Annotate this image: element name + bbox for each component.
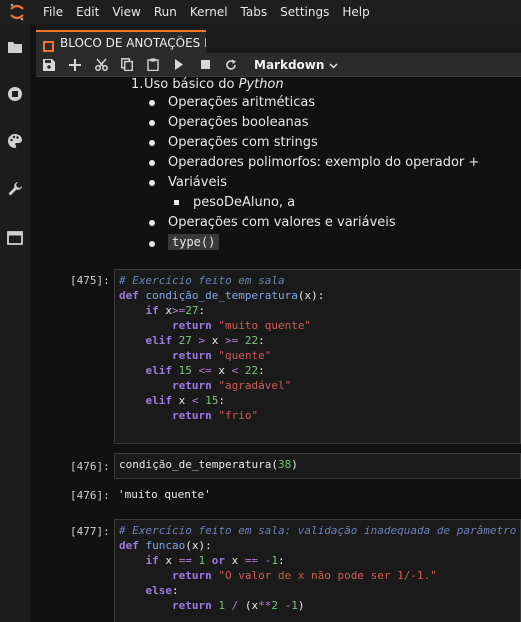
code-line: return "muito quente": [171, 319, 312, 332]
code-line: if x == 1 or x == -1:: [145, 554, 285, 567]
tab-label: BLOCO DE ANOTAÇÕES Mo: [60, 35, 206, 50]
code-line: return "frio": [171, 409, 259, 422]
cut-icon[interactable]: [88, 53, 114, 77]
notebook-tab[interactable]: BLOCO DE ANOTAÇÕES Mo: [36, 30, 206, 53]
menu-settings[interactable]: Settings: [280, 5, 329, 19]
paste-icon[interactable]: [140, 53, 166, 77]
menu-help[interactable]: Help: [342, 5, 369, 19]
tab-bar: BLOCO DE ANOTAÇÕES Mo: [36, 24, 521, 53]
list-item: Variáveis: [168, 175, 227, 190]
palette-icon[interactable]: [6, 132, 24, 150]
list-item: Operadores polimorfos: exemplo do operad…: [168, 155, 480, 170]
code-line: return "quente": [171, 349, 272, 362]
left-sidebar: [0, 24, 30, 622]
menu-view[interactable]: View: [112, 5, 140, 19]
bullet: [149, 241, 155, 247]
output-text: 'muito quente': [118, 488, 211, 501]
run-icon[interactable]: [166, 53, 192, 77]
code-line: return 1 / (x**2 -1): [171, 599, 305, 612]
cell-type-dropdown[interactable]: Markdown: [254, 58, 338, 72]
bullet: [149, 140, 155, 146]
bullet: [149, 120, 155, 126]
list-item: Operações booleanas: [168, 115, 309, 130]
add-cell-icon[interactable]: [62, 53, 88, 77]
notebook-toolbar: Markdown: [36, 53, 521, 77]
bullet: [149, 220, 155, 226]
code-line: return "agradável": [171, 379, 292, 392]
menu-edit[interactable]: Edit: [76, 5, 99, 19]
heading-number: 1.: [131, 77, 144, 92]
tabs-icon[interactable]: [6, 229, 24, 247]
menu-kernel[interactable]: Kernel: [190, 5, 228, 19]
bullet: [149, 100, 155, 106]
code-line: def condição_de_temperatura(x):: [119, 289, 325, 302]
menubar: File Edit View Run Kernel Tabs Settings …: [0, 0, 521, 24]
wrench-icon[interactable]: [6, 180, 24, 198]
code-line: return "O valor de x não pode ser 1/-1.": [171, 569, 437, 582]
menu-run[interactable]: Run: [154, 5, 177, 19]
copy-icon[interactable]: [114, 53, 140, 77]
list-item: Operações com valores e variáveis: [168, 215, 396, 230]
notebook-icon: [43, 37, 54, 52]
chevron-down-icon: [329, 58, 338, 72]
code-line: if x>=27:: [145, 304, 206, 317]
list-item: Operações com strings: [168, 135, 318, 150]
notebook-content[interactable]: 1. Uso básico do Python Operações aritmé…: [36, 77, 521, 622]
cell-prompt: [477]:: [70, 525, 110, 538]
menu-file[interactable]: File: [43, 5, 63, 19]
code-line: def funcao(x):: [119, 539, 212, 552]
code-cell-input[interactable]: # Exercício feito em sala def condição_de…: [114, 269, 521, 444]
code-line: else:: [145, 584, 179, 597]
code-cell-input[interactable]: # Exercício feito em sala: validação ina…: [114, 519, 521, 622]
code-line: # Exercício feito em sala: validação ina…: [119, 524, 517, 537]
stop-icon[interactable]: [192, 53, 218, 77]
inline-code: type(): [168, 234, 220, 250]
save-icon[interactable]: [36, 53, 62, 77]
cell-prompt: [476]:: [70, 460, 110, 473]
bullet: [149, 180, 155, 186]
code-line: elif 15 <= x < 22:: [145, 364, 265, 377]
menu-tabs[interactable]: Tabs: [241, 5, 268, 19]
code-line: elif x < 15:: [145, 394, 226, 407]
sub-bullet: [174, 200, 179, 205]
folder-icon[interactable]: [6, 38, 24, 56]
code-line: elif 27 > x >= 22:: [145, 334, 265, 347]
cell-prompt: [475]:: [70, 274, 110, 287]
list-item: Operações aritméticas: [168, 95, 316, 110]
output-prompt: [476]:: [70, 489, 110, 502]
cell-type-label: Markdown: [254, 57, 325, 72]
sub-list-item: pesoDeAluno, a: [193, 195, 296, 210]
bullet: [149, 160, 155, 166]
code-cell-input[interactable]: condição_de_temperatura(38): [114, 453, 521, 479]
running-kernels-icon[interactable]: [6, 85, 24, 103]
code-line: condição_de_temperatura(38): [119, 458, 298, 471]
restart-icon[interactable]: [218, 53, 244, 77]
code-line: # Exercício feito em sala: [119, 274, 285, 287]
heading-text: Uso básico do Python: [144, 77, 284, 92]
jupyter-logo-icon: [0, 0, 34, 24]
